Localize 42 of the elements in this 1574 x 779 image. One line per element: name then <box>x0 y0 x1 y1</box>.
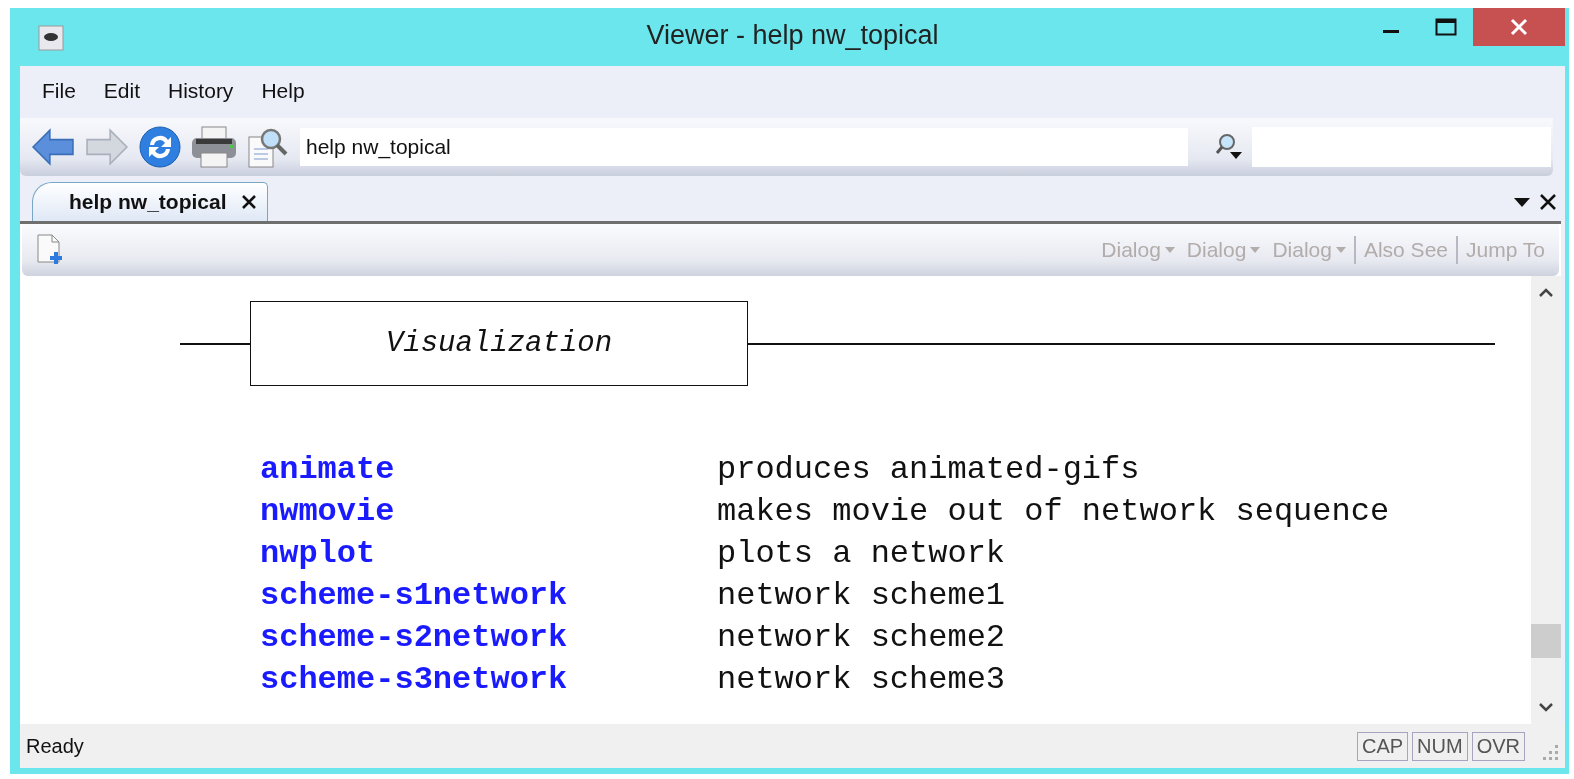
caret-icon <box>1335 247 1346 253</box>
window-title: Viewer - help nw_topical <box>646 20 939 50</box>
status-text: Ready <box>26 734 84 758</box>
menu-item[interactable]: File <box>30 75 88 107</box>
status-indicator: NUM <box>1412 731 1468 761</box>
command-description: plots a network <box>717 534 1006 572</box>
command-link[interactable]: nwmovie <box>260 492 395 530</box>
command-description: network scheme2 <box>717 618 1006 656</box>
menu-item[interactable]: Help <box>249 75 317 107</box>
search-field[interactable] <box>1252 127 1551 167</box>
scrollbar[interactable] <box>1531 276 1561 724</box>
command-description: produces animated-gifs <box>717 450 1140 488</box>
menu-item[interactable]: Edit <box>91 75 153 107</box>
command-description: network scheme3 <box>717 660 1006 698</box>
status-indicator: CAP <box>1357 731 1409 761</box>
caret-icon <box>1164 247 1175 253</box>
command-description: makes movie out of network sequence <box>717 492 1390 530</box>
new-document-icon[interactable] <box>36 234 64 266</box>
maximize-icon[interactable] <box>1434 18 1457 36</box>
scroll-up-icon[interactable] <box>1539 288 1553 298</box>
command-link[interactable]: animate <box>260 450 395 488</box>
command-link[interactable]: scheme-s1network <box>260 576 568 614</box>
tab[interactable]: help nw_topical <box>32 182 268 221</box>
close-button[interactable] <box>1473 8 1565 46</box>
menu-item[interactable]: History <box>156 75 246 107</box>
section-heading: Visualization <box>385 327 613 360</box>
printer-icon[interactable] <box>190 125 238 169</box>
caret-icon <box>1250 247 1261 253</box>
status-indicator: OVR <box>1471 731 1525 761</box>
command-link[interactable]: scheme-s3network <box>260 660 568 698</box>
close-icon[interactable] <box>1539 193 1557 211</box>
command-description: network scheme1 <box>717 576 1006 614</box>
back-arrow-icon[interactable] <box>30 126 76 168</box>
close-icon[interactable] <box>240 194 257 210</box>
command-link[interactable]: nwplot <box>260 534 376 572</box>
scroll-down-icon[interactable] <box>1539 702 1553 712</box>
address-field[interactable]: help nw_topical <box>300 128 1188 166</box>
refresh-icon[interactable] <box>138 125 182 169</box>
scrollbar-thumb[interactable] <box>1531 624 1561 658</box>
dropdown-icon[interactable] <box>1513 196 1531 208</box>
command-link[interactable]: scheme-s2network <box>260 618 568 656</box>
app-icon <box>38 25 64 51</box>
